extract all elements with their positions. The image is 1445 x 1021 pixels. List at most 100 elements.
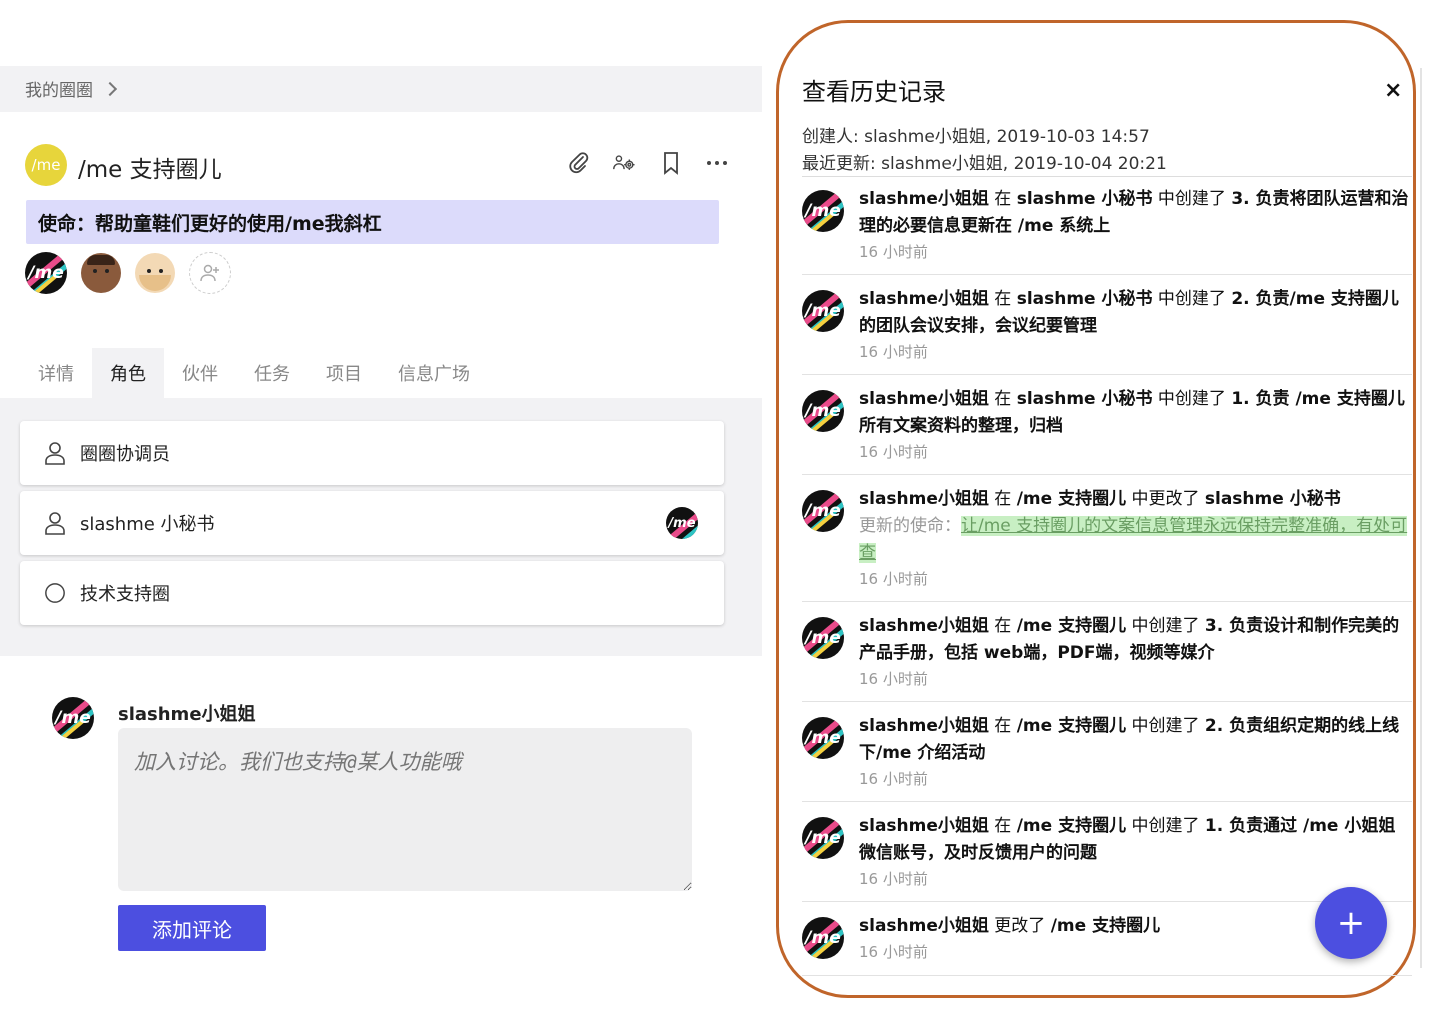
group-settings-icon[interactable] bbox=[612, 150, 638, 176]
role-card[interactable]: 圈圈协调员 bbox=[20, 421, 724, 485]
history-target[interactable]: slashme 小秘书 bbox=[1017, 189, 1153, 209]
avatar: /me bbox=[802, 917, 844, 959]
divider bbox=[802, 176, 1412, 177]
history-in: 在 bbox=[988, 716, 1017, 736]
page-title: /me 支持圈儿 bbox=[78, 157, 222, 183]
history-actor: slashme小姐姐 bbox=[859, 616, 989, 636]
history-actor: slashme小姐姐 bbox=[859, 916, 989, 936]
history-time: 16 小时前 bbox=[859, 770, 928, 788]
history-verb: 中创建了 bbox=[1152, 289, 1232, 309]
history-actor: slashme小姐姐 bbox=[859, 389, 989, 409]
history-target[interactable]: /me 支持圈儿 bbox=[1017, 716, 1126, 736]
history-target[interactable]: /me 支持圈儿 bbox=[1017, 616, 1126, 636]
mission-banner: 使命：帮助童鞋们更好的使用/me我斜杠 bbox=[26, 200, 719, 244]
history-text: slashme小姐姐 在 slashme 小秘书 中创建了 2. 负责/me 支… bbox=[859, 286, 1411, 364]
history-target[interactable]: /me 支持圈儿 bbox=[1017, 816, 1126, 836]
add-member-button[interactable] bbox=[189, 252, 231, 294]
role-label: 技术支持圈 bbox=[80, 584, 170, 605]
add-fab-button[interactable]: + bbox=[1315, 887, 1387, 959]
breadcrumb-label[interactable]: 我的圈圈 bbox=[25, 76, 93, 101]
history-verb: 中创建了 bbox=[1126, 816, 1205, 836]
divider bbox=[802, 701, 1412, 702]
tab-info-square[interactable]: 信息广场 bbox=[380, 348, 488, 398]
history-actor: slashme小姐姐 bbox=[859, 716, 989, 736]
tab-partners[interactable]: 伙伴 bbox=[164, 348, 236, 398]
avatar[interactable]: /me bbox=[25, 252, 67, 294]
history-text: slashme小姐姐 在 /me 支持圈儿 中更改了 slashme 小秘书更新… bbox=[859, 486, 1411, 591]
history-target[interactable]: /me 支持圈儿 bbox=[1017, 489, 1126, 509]
role-card[interactable]: 技术支持圈 bbox=[20, 561, 724, 625]
history-time: 16 小时前 bbox=[859, 570, 928, 588]
history-time: 16 小时前 bbox=[859, 870, 928, 888]
history-verb: 中创建了 bbox=[1152, 389, 1232, 409]
history-object[interactable]: slashme 小秘书 bbox=[1205, 489, 1341, 509]
divider bbox=[802, 801, 1412, 802]
avatar: /me bbox=[802, 490, 844, 532]
chevron-right-icon bbox=[102, 81, 118, 96]
avatar: /me bbox=[802, 190, 844, 232]
history-actor: slashme小姐姐 bbox=[859, 489, 989, 509]
history-verb: 中创建了 bbox=[1152, 189, 1232, 209]
history-in: 在 bbox=[988, 389, 1017, 409]
divider bbox=[802, 975, 1412, 976]
user-icon bbox=[44, 441, 66, 465]
history-time: 16 小时前 bbox=[859, 343, 928, 361]
role-label: slashme 小秘书 bbox=[80, 514, 215, 535]
tab-details[interactable]: 详情 bbox=[20, 348, 92, 398]
history-text: slashme小姐姐 在 slashme 小秘书 中创建了 3. 负责将团队运营… bbox=[859, 186, 1411, 264]
update-label: 更新的使命： bbox=[859, 516, 961, 536]
history-text: slashme小姐姐 在 /me 支持圈儿 中创建了 1. 负责通过 /me 小… bbox=[859, 813, 1411, 891]
history-text: slashme小姐姐 在 slashme 小秘书 中创建了 1. 负责 /me … bbox=[859, 386, 1411, 464]
history-title: 查看历史记录 bbox=[802, 78, 946, 106]
history-target[interactable]: slashme 小秘书 bbox=[1017, 389, 1153, 409]
close-icon[interactable]: × bbox=[1384, 78, 1402, 103]
history-actor: slashme小姐姐 bbox=[859, 189, 989, 209]
avatar: /me bbox=[802, 817, 844, 859]
attachment-icon[interactable] bbox=[566, 150, 592, 176]
role-card[interactable]: slashme 小秘书 /me bbox=[20, 491, 724, 555]
history-updated: 最近更新: slashme小姐姐, 2019-10-04 20:21 bbox=[802, 154, 1167, 174]
more-icon[interactable] bbox=[704, 150, 730, 176]
history-update: 更新的使命：让/me 支持圈儿的文案信息管理永远保持完整准确，有处可查 bbox=[859, 513, 1411, 567]
history-text: slashme小姐姐 在 /me 支持圈儿 中创建了 3. 负责设计和制作完美的… bbox=[859, 613, 1411, 691]
breadcrumb[interactable]: 我的圈圈 bbox=[25, 76, 118, 101]
history-actor: slashme小姐姐 bbox=[859, 816, 989, 836]
history-created: 创建人: slashme小姐姐, 2019-10-03 14:57 bbox=[802, 127, 1150, 147]
history-in: 在 bbox=[988, 489, 1017, 509]
avatar[interactable]: /me bbox=[666, 507, 698, 539]
history-time: 16 小时前 bbox=[859, 243, 928, 261]
divider bbox=[802, 601, 1412, 602]
tab-roles[interactable]: 角色 bbox=[92, 348, 164, 398]
avatar[interactable] bbox=[135, 253, 175, 293]
divider bbox=[802, 474, 1412, 475]
comment-input[interactable] bbox=[118, 728, 692, 891]
avatar: /me bbox=[802, 717, 844, 759]
member-avatars: /me bbox=[25, 252, 231, 294]
history-target[interactable]: slashme 小秘书 bbox=[1017, 289, 1153, 309]
toolbar bbox=[566, 150, 730, 176]
avatar: /me bbox=[802, 617, 844, 659]
history-in: 在 bbox=[988, 616, 1017, 636]
circle-logo: /me bbox=[25, 144, 67, 186]
comment-username: slashme小姐姐 bbox=[118, 704, 256, 725]
avatar[interactable] bbox=[81, 253, 121, 293]
avatar: /me bbox=[52, 697, 94, 739]
user-icon bbox=[44, 511, 66, 535]
bookmark-icon[interactable] bbox=[658, 150, 684, 176]
divider bbox=[1420, 68, 1422, 968]
history-object[interactable]: /me 支持圈儿 bbox=[1051, 916, 1160, 936]
history-verb: 中创建了 bbox=[1126, 616, 1205, 636]
history-time: 16 小时前 bbox=[859, 443, 928, 461]
history-text: slashme小姐姐 在 /me 支持圈儿 中创建了 2. 负责组织定期的线上线… bbox=[859, 713, 1411, 791]
add-comment-button[interactable]: 添加评论 bbox=[118, 905, 266, 951]
history-verb: 更改了 bbox=[988, 916, 1051, 936]
tab-tasks[interactable]: 任务 bbox=[236, 348, 308, 398]
role-label: 圈圈协调员 bbox=[80, 444, 170, 465]
history-verb: 中更改了 bbox=[1126, 489, 1205, 509]
history-in: 在 bbox=[988, 189, 1017, 209]
history-in: 在 bbox=[988, 289, 1017, 309]
avatar: /me bbox=[802, 390, 844, 432]
divider bbox=[802, 274, 1412, 275]
divider bbox=[802, 374, 1412, 375]
tab-projects[interactable]: 项目 bbox=[308, 348, 380, 398]
